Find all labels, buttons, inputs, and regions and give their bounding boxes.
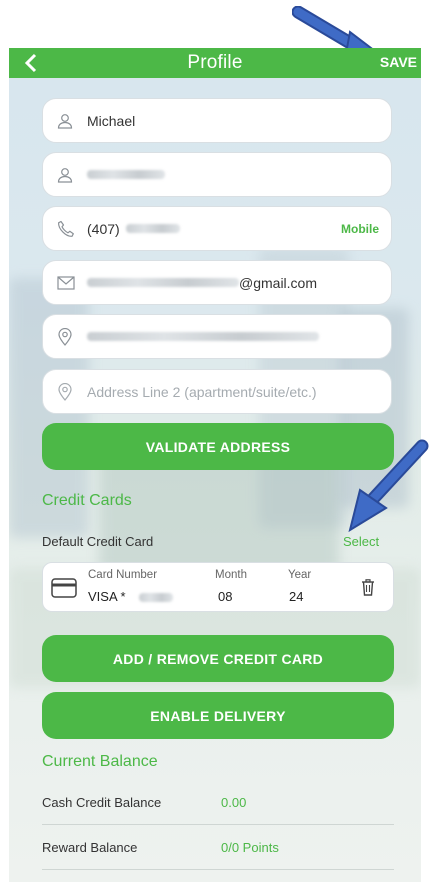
card-number-redacted — [139, 593, 173, 602]
phone-prefix: (407) — [87, 220, 120, 237]
first-name-field[interactable]: Michael — [42, 98, 392, 143]
mail-icon — [57, 273, 77, 293]
card-month-value: 08 — [218, 589, 233, 604]
email-suffix: @gmail.com — [239, 274, 318, 291]
divider — [42, 824, 394, 825]
card-year-label: Year — [288, 569, 312, 581]
phone-field[interactable]: (407) Mobile — [42, 206, 392, 251]
address-line1-redacted — [87, 332, 319, 341]
reward-balance-value: 0/0 Points — [221, 840, 279, 855]
select-card-link[interactable]: Select — [343, 534, 379, 549]
add-remove-credit-card-button[interactable]: ADD / REMOVE CREDIT CARD — [42, 635, 394, 682]
current-balance-section-title: Current Balance — [42, 753, 158, 770]
cash-credit-balance-label: Cash Credit Balance — [42, 795, 162, 810]
enable-delivery-button[interactable]: ENABLE DELIVERY — [42, 692, 394, 739]
card-number-value: VISA * — [88, 589, 126, 604]
divider — [42, 869, 394, 870]
trash-icon[interactable] — [361, 579, 375, 596]
phone-redacted — [125, 224, 180, 233]
credit-cards-section-title: Credit Cards — [42, 492, 132, 509]
location-pin-icon — [57, 382, 77, 402]
cash-credit-balance-value: 0.00 — [221, 795, 247, 810]
app-bar: Profile SAVE — [9, 48, 421, 78]
credit-card-item[interactable]: Card Number VISA * Month 08 Year 24 — [42, 562, 394, 612]
card-month-label: Month — [215, 569, 247, 581]
reward-balance-label: Reward Balance — [42, 840, 138, 855]
person-icon — [57, 111, 77, 131]
email-field[interactable]: @gmail.com — [42, 260, 392, 305]
default-credit-card-label: Default Credit Card — [42, 534, 154, 549]
email-redacted — [87, 278, 239, 287]
annotation-arrow-select — [348, 439, 429, 533]
credit-card-icon — [51, 578, 77, 598]
phone-icon — [57, 219, 77, 239]
address-line2-field[interactable]: Address Line 2 (apartment/suite/etc.) — [42, 369, 392, 414]
person-icon — [57, 165, 77, 185]
chevron-left-icon — [24, 53, 37, 73]
address-line2-placeholder: Address Line 2 (apartment/suite/etc.) — [87, 383, 317, 400]
location-pin-icon — [57, 327, 77, 347]
card-year-value: 24 — [289, 589, 304, 604]
page-title: Profile — [187, 52, 243, 73]
phone-type-label[interactable]: Mobile — [341, 222, 379, 236]
save-button[interactable]: SAVE — [380, 54, 417, 70]
address-line1-field[interactable] — [42, 314, 392, 359]
last-name-redacted — [87, 170, 165, 179]
first-name-value: Michael — [87, 112, 136, 129]
last-name-field[interactable] — [42, 152, 392, 197]
card-number-label: Card Number — [88, 569, 158, 581]
back-button[interactable] — [19, 51, 43, 75]
